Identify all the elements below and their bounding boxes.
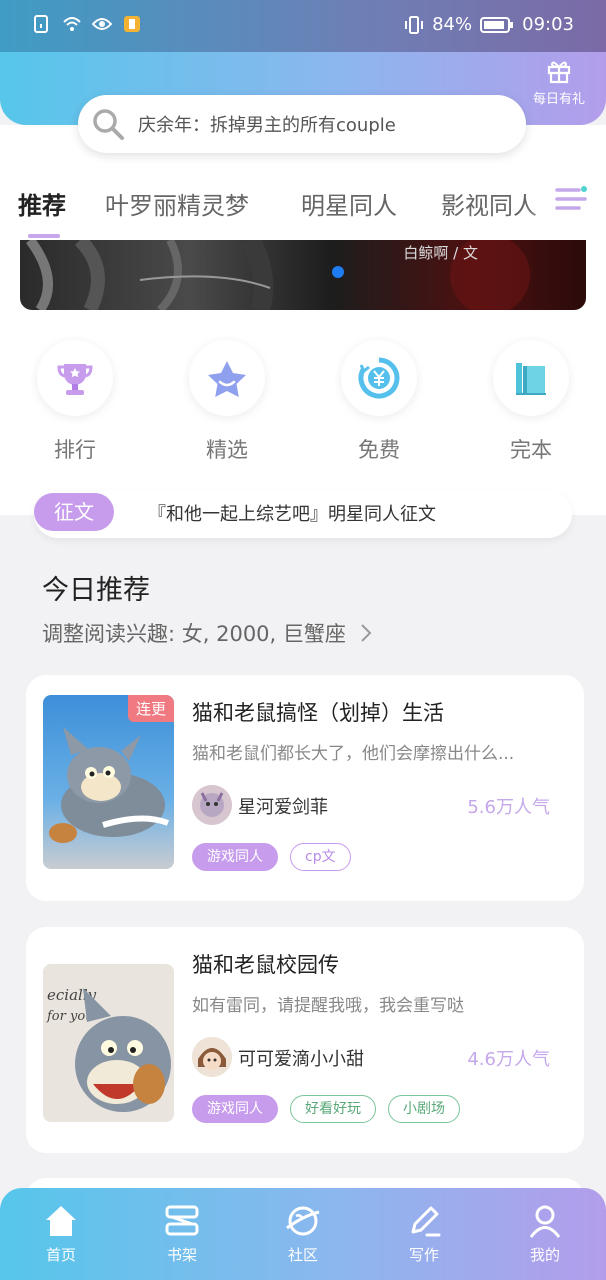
planet-icon [286,1206,320,1236]
author-name[interactable]: 可可爱滴小小甜 [238,1045,364,1071]
wifi-icon [63,17,81,31]
bottom-navigation: 首页 书架 社区 写作 我的 [0,1188,606,1280]
trophy-icon [57,364,93,395]
book-tag[interactable]: cp文 [290,843,351,871]
author-avatar[interactable] [192,1037,232,1077]
book-card[interactable]: ecially for you 猫和老鼠校园传 如有雷同，请提醒我哦，我会重写哒… [26,927,584,1153]
book-tags: 游戏同人 好看好玩 小剧场 [192,1095,460,1123]
category-menu-icon[interactable] [554,182,588,216]
quick-nav-label: 完本 [510,438,552,462]
quick-nav: 排行 精选 免费 完本 [0,340,606,470]
nav-home[interactable]: 首页 [21,1202,101,1265]
search-bar[interactable]: 庆余年：拆掉男主的所有couple [78,95,526,153]
nav-bookshelf[interactable]: 书架 [142,1202,222,1265]
search-icon [93,109,124,140]
book-description: 如有雷同，请提醒我哦，我会重写哒 [192,996,464,1016]
book-tag[interactable]: 游戏同人 [192,843,278,871]
contest-text: 『和他一起上综艺吧』明星同人征文 [148,504,436,525]
profile-icon [529,1205,561,1238]
author-name[interactable]: 星河爱剑菲 [238,793,328,819]
book-cover: ecially for you [43,964,174,1122]
nav-label: 书架 [166,1246,197,1264]
book-icon [516,363,546,395]
contest-tag: 征文 [34,493,114,531]
quick-nav-completed[interactable]: 完本 [476,340,586,464]
eye-icon [92,18,112,30]
tom-and-jerry-illustration: ecially for you [46,986,171,1112]
popularity: 5.6万人气 [467,797,550,818]
book-tag[interactable]: 小剧场 [388,1095,460,1123]
category-tabs: 推荐 叶罗丽精灵梦 明星同人 影视同人 [0,180,606,240]
reading-interest-link[interactable]: 调整阅读兴趣: 女, 2000, 巨蟹座 [42,618,373,648]
tab-film-tv-fanfic[interactable]: 影视同人 [441,186,537,221]
quick-nav-label: 排行 [54,438,96,462]
quick-nav-featured[interactable]: 精选 [172,340,282,464]
vibrate-icon [405,15,424,34]
app-notification-icon [124,16,140,32]
book-tag[interactable]: 游戏同人 [192,1095,278,1123]
section-title: 今日推荐 [42,575,150,606]
nav-profile[interactable]: 我的 [505,1202,585,1265]
nav-label: 写作 [408,1246,439,1264]
quick-nav-ranking[interactable]: 排行 [20,340,130,464]
gift-icon [547,61,571,84]
active-tab-indicator [28,234,60,238]
daily-gift-button[interactable]: 每日有礼 [528,58,590,107]
nav-label: 我的 [529,1246,560,1264]
battery-icon [480,16,514,33]
quick-nav-label: 精选 [206,438,248,462]
nav-write[interactable]: 写作 [384,1202,464,1265]
search-placeholder: 庆余年：拆掉男主的所有couple [138,115,396,136]
yuan-icon [358,357,400,399]
clock: 09:03 [522,14,574,35]
status-bar: 84% 09:03 [0,0,606,52]
banner-artwork [25,240,530,310]
author-avatar[interactable] [192,785,232,825]
quick-nav-label: 免费 [358,438,400,462]
gift-label: 每日有礼 [532,92,585,107]
chevron-right-icon [360,624,372,642]
carousel-indicator [332,266,344,278]
tab-recommend[interactable]: 推荐 [18,186,66,221]
contest-notice[interactable]: 征文 『和他一起上综艺吧』明星同人征文 [34,490,572,538]
nav-label: 社区 [287,1246,318,1264]
tab-celebrity-fanfic[interactable]: 明星同人 [301,186,397,221]
book-card[interactable]: 连更 猫和老鼠搞怪（划掉）生活 猫和老鼠们都长大了，他们会摩擦出什么... 星河… [26,675,584,901]
book-title: 猫和老鼠搞怪（划掉）生活 [192,701,444,725]
reading-interest-text: 调整阅读兴趣: 女, 2000, 巨蟹座 [42,622,346,646]
tab-yeluoli[interactable]: 叶罗丽精灵梦 [105,186,249,221]
battery-percent: 84% [432,14,473,35]
book-description: 猫和老鼠们都长大了，他们会摩擦出什么... [192,744,515,764]
banner-carousel[interactable]: 白鲸啊 / 文 [20,240,586,310]
serializing-badge: 连更 [127,695,174,722]
bookshelf-icon [165,1205,199,1236]
popularity: 4.6万人气 [467,1049,550,1070]
star-icon [208,361,246,397]
nav-label: 首页 [45,1246,76,1264]
quick-nav-free[interactable]: 免费 [324,340,434,464]
nav-community[interactable]: 社区 [263,1202,343,1265]
book-tags: 游戏同人 cp文 [192,843,351,871]
book-tag[interactable]: 好看好玩 [290,1095,376,1123]
sim-icon [34,15,48,33]
home-icon [46,1206,76,1236]
book-title: 猫和老鼠校园传 [192,953,339,977]
pen-icon [411,1206,441,1237]
banner-author: 白鲸啊 / 文 [403,244,478,262]
book-cover: 连更 [43,695,174,869]
